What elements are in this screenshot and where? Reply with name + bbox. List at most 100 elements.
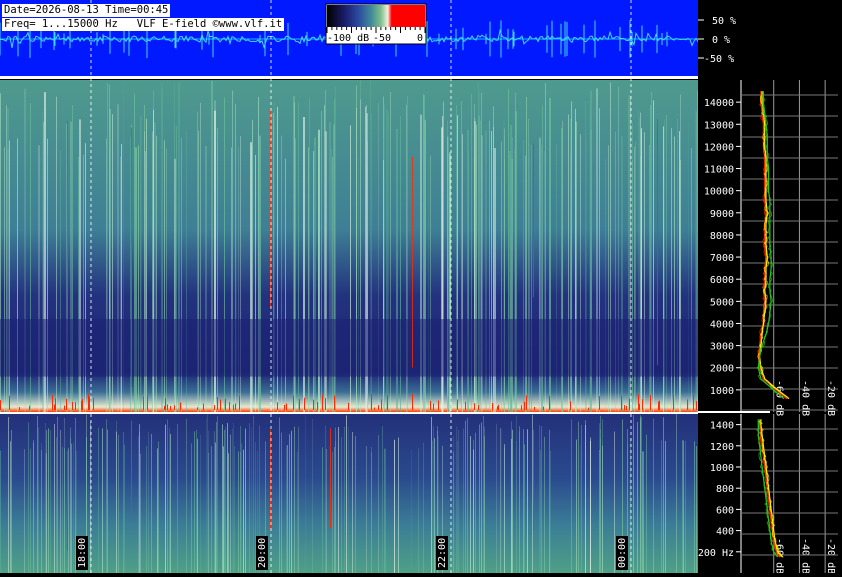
spectrogram-streak	[585, 424, 586, 573]
freq-tick-label: 11000	[704, 165, 734, 176]
freq-tick-label: 10000	[704, 187, 734, 198]
spectrogram-streak	[215, 442, 216, 573]
spectrogram-streak	[206, 417, 207, 573]
sferic-spike	[658, 401, 659, 410]
sferic-spike	[174, 405, 175, 410]
spectrogram-streak	[385, 448, 386, 573]
spectrogram-streak	[123, 432, 124, 573]
spectrogram-streak	[371, 452, 372, 573]
spectrogram-streak	[211, 445, 212, 573]
upper-quiet-band	[0, 319, 698, 377]
spectrogram-streak	[576, 439, 577, 573]
sferic-spike	[170, 406, 171, 410]
spectrogram-streak	[581, 425, 582, 573]
sferic-spike	[433, 403, 434, 410]
sferic-spike	[588, 407, 589, 410]
sferic-spike	[64, 405, 65, 410]
sferic-spike	[313, 399, 314, 410]
spectrogram-streak	[70, 427, 71, 573]
freq-tick-label: 800	[716, 484, 734, 495]
sferic-spike	[220, 399, 221, 410]
colorbar-label-mid: -50	[373, 33, 391, 44]
spectrum-db-label: -40 dB	[799, 380, 810, 416]
spectrogram-streak	[50, 429, 51, 573]
freq-tick-label: 3000	[710, 342, 734, 353]
sferic-spike	[284, 404, 285, 410]
sferic-spike	[626, 405, 627, 410]
spectrogram-streak	[527, 429, 528, 573]
spectrogram-streak	[633, 414, 634, 573]
spectrogram-streak	[433, 425, 434, 573]
spectrogram-streak	[344, 426, 345, 573]
tall-sferic	[330, 428, 331, 529]
sferic-spike	[659, 400, 660, 410]
spectrogram-streak	[346, 415, 347, 573]
sferic-spike	[304, 397, 305, 410]
header-frequency-info: Freq= 1...15000 Hz VLF E-field ©www.vlf.…	[2, 18, 285, 31]
spectrogram-streak	[484, 436, 485, 573]
spectrogram-streak	[599, 423, 600, 573]
sferic-spike	[378, 405, 379, 410]
spectrogram-streak	[279, 417, 280, 573]
sferic-spike	[203, 403, 204, 410]
spectrogram-streak	[73, 442, 74, 573]
time-tick-text: 00:00	[617, 538, 628, 568]
sferic-spike	[638, 394, 639, 410]
freq-tick-label: 6000	[710, 275, 734, 286]
spectrogram-streak	[378, 434, 379, 573]
spectrogram-streak	[11, 430, 12, 573]
spectrogram-streak	[643, 451, 644, 573]
sferic-spike	[88, 394, 89, 410]
sferic-spike	[54, 404, 55, 410]
spectrogram-streak	[463, 428, 464, 573]
sferic-spike	[696, 401, 697, 410]
spectrogram-streak	[294, 426, 295, 573]
sferic-spike	[217, 396, 218, 410]
sferic-spike	[498, 404, 499, 410]
waveform-divider	[0, 76, 698, 79]
spectrogram-streak	[54, 423, 55, 573]
spectrogram-streak	[637, 422, 638, 573]
sferic-spike	[492, 403, 493, 410]
spectrogram-streak	[291, 430, 292, 573]
spectrogram-streak	[483, 415, 484, 573]
spectrogram-streak	[30, 448, 31, 573]
spectrogram-streak	[71, 443, 72, 573]
spectrogram-streak	[456, 426, 457, 573]
spectrogram-streak	[325, 425, 326, 573]
spectrogram-streak	[590, 440, 591, 573]
sferic-spike	[165, 398, 166, 410]
spectrogram-streak	[352, 431, 353, 573]
tall-sferic	[412, 156, 413, 368]
spectrogram-streak	[431, 416, 432, 573]
spectrogram-streak	[207, 414, 208, 573]
sferic-spike	[214, 405, 215, 410]
spectrogram-streak	[481, 422, 482, 573]
sferic-spike	[229, 402, 230, 410]
sferic-spike	[180, 404, 181, 410]
sferic-spike	[642, 399, 643, 410]
spectrogram-streak	[186, 418, 187, 573]
spectrogram-streak	[646, 434, 647, 573]
sferic-spike	[233, 404, 234, 410]
spectrogram-streak	[641, 416, 642, 573]
freq-tick-label: 400	[716, 527, 734, 538]
sferic-spike	[239, 395, 240, 410]
spectrogram-streak	[116, 431, 117, 573]
spectrogram-streak	[580, 445, 581, 573]
spectrogram-streak	[200, 434, 201, 573]
sferic-spike	[687, 399, 688, 410]
spectrogram-streak	[341, 437, 342, 573]
sferic-spike	[147, 394, 148, 410]
spectrogram-streak	[661, 440, 662, 573]
sferic-spike	[521, 405, 522, 410]
spectrogram-streak	[683, 440, 684, 573]
spectrogram-streak	[394, 439, 395, 573]
time-tick-label: 20:00	[256, 536, 268, 570]
sferic-spike	[570, 401, 571, 410]
sferic-spike	[599, 396, 600, 410]
spectrogram-streak	[177, 424, 178, 573]
colorbar: -100 dB -50 0	[325, 3, 427, 45]
sferic-spike	[334, 395, 335, 410]
time-tick-label: 22:00	[436, 536, 448, 570]
